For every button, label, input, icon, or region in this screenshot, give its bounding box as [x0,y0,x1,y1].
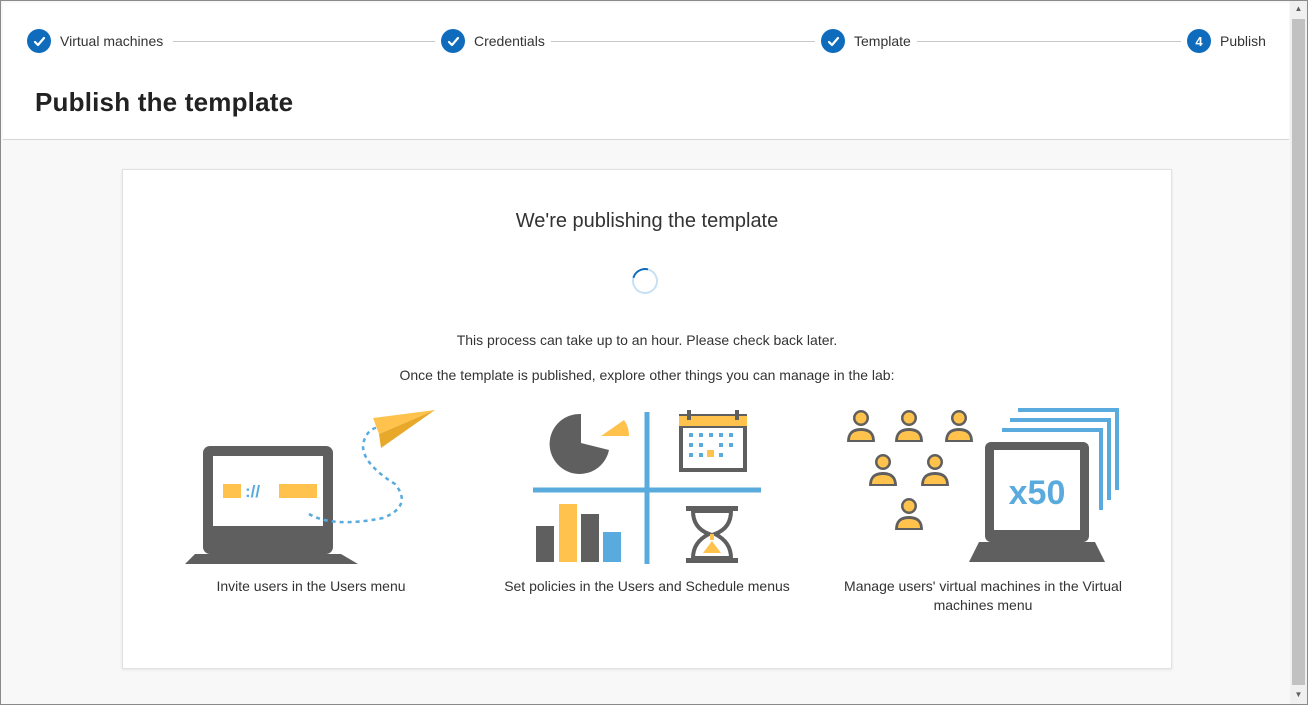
card-heading: We're publishing the template [515,210,779,232]
step-connector [551,41,815,42]
step-label: Virtual machines [60,33,164,49]
vertical-scrollbar[interactable]: ▲ ▼ [1290,1,1307,704]
scroll-up-icon[interactable]: ▲ [1290,1,1307,17]
manage-vms-illustration: x50 [839,406,1129,571]
invite-users-illustration: :// [183,406,443,571]
checkmark-icon [441,29,465,53]
publishing-card: We're publishing the template This proce… [122,169,1172,669]
wizard-stepper: Virtual machines Credentials Template 4 … [3,3,1289,83]
page-title: Publish the template [35,87,294,117]
svg-text:://: :// [245,482,260,501]
scroll-down-icon[interactable]: ▼ [1290,687,1307,703]
checkmark-icon [27,29,51,53]
step-virtual-machines[interactable]: Virtual machines [27,28,163,54]
checkmark-icon [821,29,845,53]
step-publish[interactable]: 4 Publish [1187,28,1266,54]
step-number: 4 [1187,29,1211,53]
scrollbar-thumb[interactable] [1292,19,1305,685]
step-connector [173,41,435,42]
loading-spinner-icon [627,263,663,299]
step-label: Credentials [474,33,545,49]
policies-illustration [531,406,771,571]
policies-caption: Set policies in the Users and Schedule m… [504,578,790,594]
process-message: This process can take up to an hour. Ple… [456,332,838,348]
step-template[interactable]: Template [821,28,911,54]
page-header: Virtual machines Credentials Template 4 … [3,3,1289,140]
manage-vms-caption: Manage users' virtual machines in the Vi… [844,578,1122,613]
explore-message: Once the template is published, explore … [399,367,895,383]
vm-count-badge: x50 [1009,474,1066,512]
step-label: Publish [1220,33,1266,49]
step-credentials[interactable]: Credentials [441,28,545,54]
invite-users-caption: Invite users in the Users menu [216,578,406,594]
step-connector [917,41,1181,42]
app-window: Virtual machines Credentials Template 4 … [0,0,1308,705]
step-label: Template [854,33,911,49]
